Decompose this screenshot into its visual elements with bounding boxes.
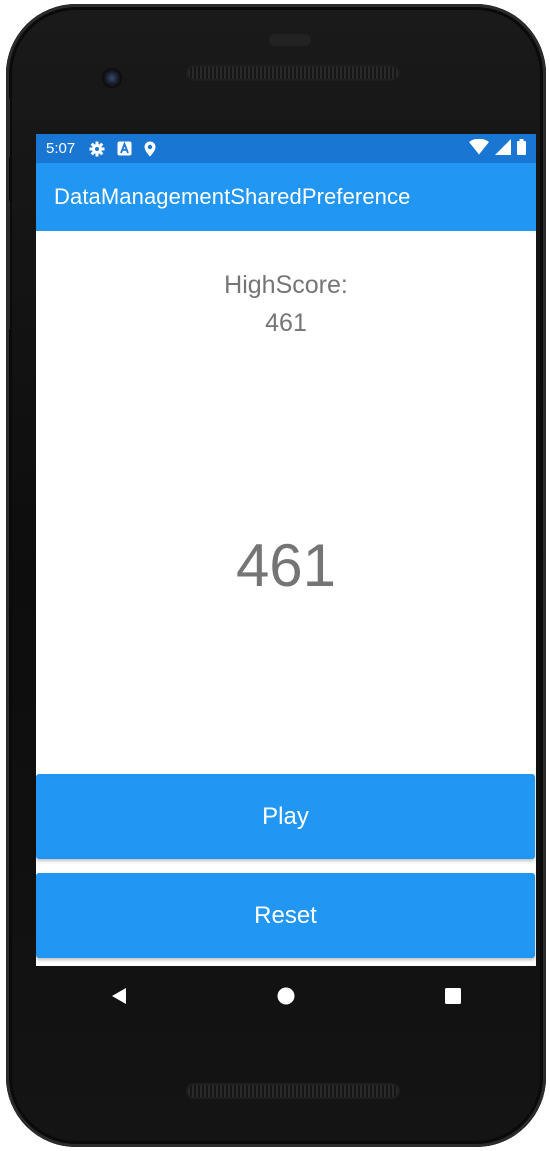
battery-icon xyxy=(517,138,526,159)
back-icon[interactable] xyxy=(89,971,149,1021)
recents-icon[interactable] xyxy=(423,971,483,1021)
navigation-bar xyxy=(36,966,536,1026)
side-button xyxy=(6,98,10,158)
a-badge-icon xyxy=(117,141,132,156)
settings-icon xyxy=(89,141,105,157)
bottom-speaker-grille xyxy=(188,1085,398,1097)
side-button xyxy=(6,200,10,330)
status-bar: 5:07 xyxy=(36,134,536,163)
wifi-icon xyxy=(469,138,489,159)
main-content: HighScore: 461 461 Play Reset xyxy=(36,231,536,966)
status-time: 5:07 xyxy=(46,140,76,157)
app-bar: DataManagementSharedPreference xyxy=(36,163,536,231)
reset-button[interactable]: Reset xyxy=(36,873,535,958)
highscore-label: HighScore: xyxy=(224,271,348,299)
top-sensor xyxy=(269,34,311,46)
top-speaker-grille xyxy=(188,67,398,79)
screen: 5:07 DataManagementSharedPreference High… xyxy=(36,134,536,966)
location-icon xyxy=(144,141,156,157)
signal-icon xyxy=(495,138,511,159)
current-score: 461 xyxy=(235,532,337,599)
play-button[interactable]: Play xyxy=(36,774,535,859)
front-camera xyxy=(102,68,122,88)
highscore-value: 461 xyxy=(265,309,307,337)
home-icon[interactable] xyxy=(256,971,316,1021)
app-title: DataManagementSharedPreference xyxy=(54,184,411,209)
